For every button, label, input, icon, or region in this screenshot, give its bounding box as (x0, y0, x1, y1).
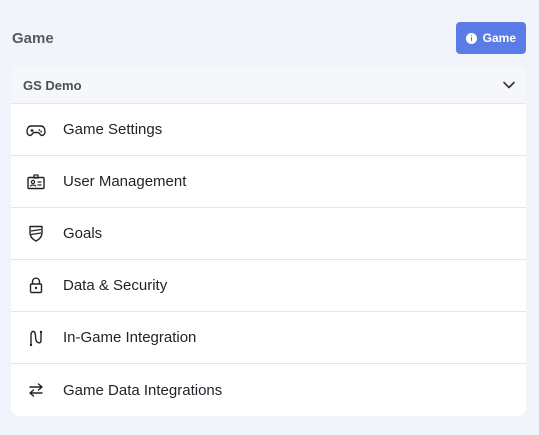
menu-item-data-security[interactable]: Data & Security (11, 260, 526, 312)
gamepad-icon (25, 119, 47, 141)
menu-item-user-management[interactable]: User Management (11, 156, 526, 208)
menu-item-in-game-integration[interactable]: In-Game Integration (11, 312, 526, 364)
id-card-icon (25, 171, 47, 193)
menu-item-label: User Management (63, 173, 187, 190)
menu-item-game-settings[interactable]: Game Settings (11, 104, 526, 156)
panel-title: GS Demo (23, 77, 82, 93)
menu-item-goals[interactable]: Goals (11, 208, 526, 260)
menu-item-game-data-integrations[interactable]: Game Data Integrations (11, 364, 526, 416)
route-icon (25, 327, 47, 349)
lock-icon (25, 275, 47, 297)
panel-header[interactable]: GS Demo (11, 67, 526, 104)
page-header: Game Game (12, 22, 526, 54)
info-icon (465, 32, 477, 44)
game-button[interactable]: Game (455, 22, 526, 54)
chevron-down-icon[interactable] (502, 78, 516, 92)
page-title: Game (12, 29, 54, 47)
arrows-exchange-icon (25, 379, 47, 401)
settings-panel: GS Demo Game Settings User Management Go… (11, 67, 526, 416)
menu-item-label: Goals (63, 225, 103, 242)
menu-item-label: Game Data Integrations (63, 381, 223, 399)
shield-icon (25, 223, 47, 245)
menu-item-label: In-Game Integration (63, 329, 197, 346)
game-button-label: Game (482, 31, 516, 45)
menu-item-label: Game Settings (63, 121, 163, 138)
menu-item-label: Data & Security (63, 277, 168, 294)
